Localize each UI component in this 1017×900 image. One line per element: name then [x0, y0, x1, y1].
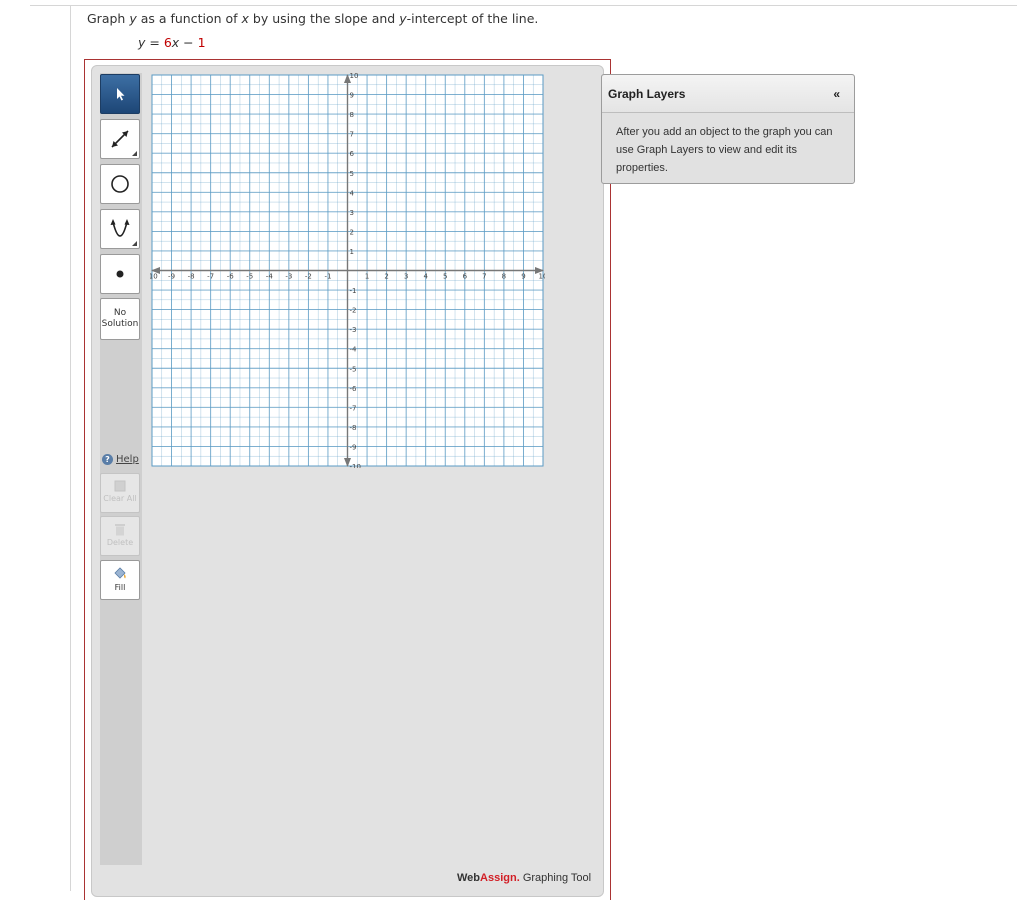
y-tick-label: 1: [350, 248, 354, 256]
parabola-icon: [110, 219, 130, 237]
x-tick-label: -2: [305, 273, 312, 281]
left-divider: [70, 5, 71, 891]
delete-button[interactable]: Delete: [100, 516, 140, 556]
equation: y = 6x − 1: [138, 35, 206, 50]
y-tick-label: -7: [350, 404, 357, 412]
x-tick-label: 6: [463, 273, 468, 281]
trash-icon: [115, 524, 125, 536]
parabola-tool-button[interactable]: [100, 209, 140, 249]
x-tick-label: -4: [266, 273, 274, 281]
point-icon: [116, 270, 124, 278]
x-tick-label: 8: [502, 273, 506, 281]
x-tick-label: 2: [384, 273, 388, 281]
paint-bucket-icon: [114, 567, 126, 579]
x-tick-label: 4: [423, 273, 428, 281]
graph-layers-panel: Graph Layers « After you add an object t…: [601, 74, 855, 184]
top-divider: [30, 5, 1017, 6]
x-tick-label: 9: [521, 273, 525, 281]
circle-tool-button[interactable]: [100, 164, 140, 204]
x-tick-label: -9: [168, 273, 175, 281]
graph-layers-header: Graph Layers «: [602, 75, 854, 113]
x-tick-label: -6: [227, 273, 235, 281]
graph-layers-title: Graph Layers: [608, 86, 686, 101]
y-tick-label: 8: [350, 111, 354, 119]
y-tick-label: -9: [350, 443, 357, 451]
y-tick-label: -6: [350, 385, 358, 393]
x-tick-label: 5: [443, 273, 447, 281]
x-tick-label: 1: [365, 273, 369, 281]
x-tick-label: -8: [188, 273, 195, 281]
x-tick-label: -10: [150, 273, 158, 281]
y-tick-label: 2: [350, 228, 354, 236]
x-tick-label: -5: [246, 273, 253, 281]
help-link[interactable]: ? Help: [102, 454, 139, 465]
x-tick-label: 10: [539, 273, 545, 281]
y-tick-label: -5: [350, 365, 357, 373]
question-text: Graph y as a function of x by using the …: [87, 11, 539, 26]
y-tick-label: 3: [350, 209, 354, 217]
submenu-corner-icon: [132, 151, 137, 156]
point-tool-button[interactable]: [100, 254, 140, 294]
line-tool-button[interactable]: [100, 119, 140, 159]
webassign-branding: WebAssign. Graphing Tool: [457, 872, 592, 884]
pointer-tool-button[interactable]: [100, 74, 140, 114]
y-tick-label: 9: [350, 92, 354, 100]
coordinate-graph[interactable]: -10 -9 -8 -7 -6 -5 -4 -3 -2 -1 1 2 3 4 5 6 7 8 9 10 10 9 8 7 6 5 4…: [150, 73, 545, 468]
no-solution-button[interactable]: No Solution: [100, 298, 140, 340]
pointer-icon: [117, 88, 125, 101]
y-tick-label: -8: [350, 424, 357, 432]
submenu-corner-icon: [132, 241, 137, 246]
y-tick-label: 10: [350, 73, 359, 80]
collapse-chevron-icon[interactable]: «: [833, 87, 840, 101]
x-tick-label: 7: [482, 273, 486, 281]
circle-icon: [111, 175, 129, 193]
y-tick-label: -4: [350, 346, 358, 354]
y-tick-label: 7: [350, 131, 354, 139]
x-tick-label: -1: [324, 273, 331, 281]
x-tick-label: 3: [404, 273, 408, 281]
clear-all-button[interactable]: Clear All: [100, 473, 140, 513]
line-ray-icon: [111, 130, 129, 148]
x-tick-label: -7: [207, 273, 214, 281]
y-tick-label: -10: [350, 463, 361, 468]
clear-all-icon: [114, 480, 126, 492]
y-tick-label: -3: [350, 326, 357, 334]
y-tick-label: 5: [350, 170, 354, 178]
x-tick-label: -3: [285, 273, 292, 281]
y-tick-label: -2: [350, 307, 357, 315]
y-tick-label: 4: [350, 189, 355, 197]
y-tick-label: -1: [350, 287, 357, 295]
y-tick-label: 6: [350, 150, 355, 158]
help-question-icon: ?: [102, 454, 113, 465]
graph-layers-message: After you add an object to the graph you…: [616, 126, 833, 174]
fill-button[interactable]: Fill: [100, 560, 140, 600]
